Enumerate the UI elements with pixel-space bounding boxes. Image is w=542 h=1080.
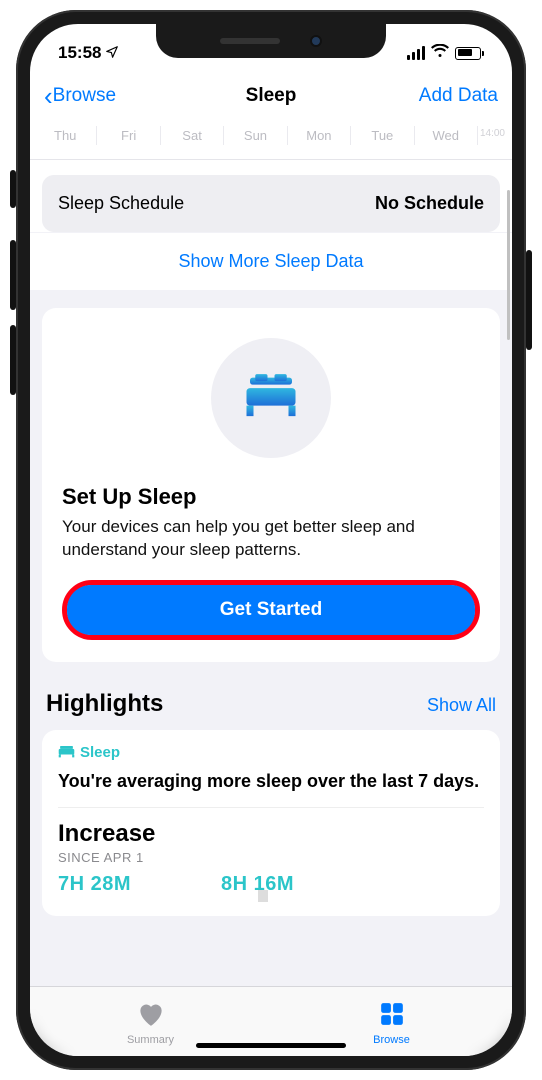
highlight-value-1: 7H 28M [58, 873, 131, 896]
highlight-since-label: SINCE APR 1 [58, 850, 484, 865]
location-services-icon [105, 45, 119, 62]
home-indicator[interactable] [196, 1043, 346, 1048]
back-label: Browse [53, 85, 116, 107]
highlight-category: Sleep [58, 744, 484, 762]
tab-summary-label: Summary [127, 1034, 174, 1046]
grid-icon [377, 1001, 407, 1032]
axis-tick: 14:00 [478, 126, 508, 145]
bed-icon [243, 373, 299, 424]
highlights-header: Highlights Show All [30, 680, 512, 730]
scroll-indicator [507, 190, 510, 340]
add-data-button[interactable]: Add Data [419, 85, 498, 107]
cellular-signal-icon [407, 46, 425, 60]
highlight-metric-title: Increase [58, 820, 484, 848]
day-label: Sat [161, 126, 224, 145]
highlight-value-2: 8H 16M [221, 873, 294, 896]
speaker-grille [220, 38, 280, 44]
highlight-summary: You're averaging more sleep over the las… [58, 770, 484, 808]
get-started-button[interactable]: Get Started [67, 585, 475, 635]
week-day-row: Thu Fri Sat Sun Mon Tue Wed 14:00 [30, 120, 512, 160]
show-more-sleep-data-link[interactable]: Show More Sleep Data [30, 232, 512, 290]
setup-sleep-description: Your devices can help you get better sle… [62, 516, 480, 562]
annotation-highlight: Get Started [62, 580, 480, 640]
setup-sleep-card: Set Up Sleep Your devices can help you g… [42, 308, 500, 662]
tab-browse-label: Browse [373, 1034, 410, 1046]
battery-icon [455, 47, 484, 60]
sleep-schedule-label: Sleep Schedule [58, 193, 184, 214]
back-button[interactable]: ‹ Browse [44, 81, 116, 112]
phone-screen: 15:58 ‹ Brows [30, 24, 512, 1056]
day-label: Tue [351, 126, 414, 145]
phone-notch [156, 24, 386, 58]
chevron-left-icon: ‹ [44, 81, 53, 112]
phone-side-power [526, 250, 532, 350]
day-label: Sun [224, 126, 287, 145]
bed-icon-circle [211, 338, 331, 458]
day-label: Mon [288, 126, 351, 145]
wifi-icon [431, 43, 449, 63]
setup-sleep-title: Set Up Sleep [62, 484, 480, 510]
day-label: Fri [97, 126, 160, 145]
day-label: Thu [34, 126, 97, 145]
highlight-card[interactable]: Sleep You're averaging more sleep over t… [42, 730, 500, 916]
sleep-schedule-value: No Schedule [375, 193, 484, 214]
bed-small-icon [58, 744, 75, 762]
front-camera [310, 35, 322, 47]
highlight-category-label: Sleep [80, 744, 120, 761]
phone-frame: 15:58 ‹ Brows [16, 10, 526, 1070]
heart-icon [136, 1001, 166, 1032]
day-label: Wed [415, 126, 478, 145]
show-all-highlights-link[interactable]: Show All [427, 695, 496, 716]
nav-bar: ‹ Browse Sleep Add Data [30, 72, 512, 120]
status-time: 15:58 [58, 43, 101, 63]
highlights-title: Highlights [46, 690, 163, 718]
page-title: Sleep [246, 85, 297, 107]
sleep-schedule-row[interactable]: Sleep Schedule No Schedule [42, 175, 500, 232]
content-area[interactable]: Thu Fri Sat Sun Mon Tue Wed 14:00 Sleep … [30, 120, 512, 986]
